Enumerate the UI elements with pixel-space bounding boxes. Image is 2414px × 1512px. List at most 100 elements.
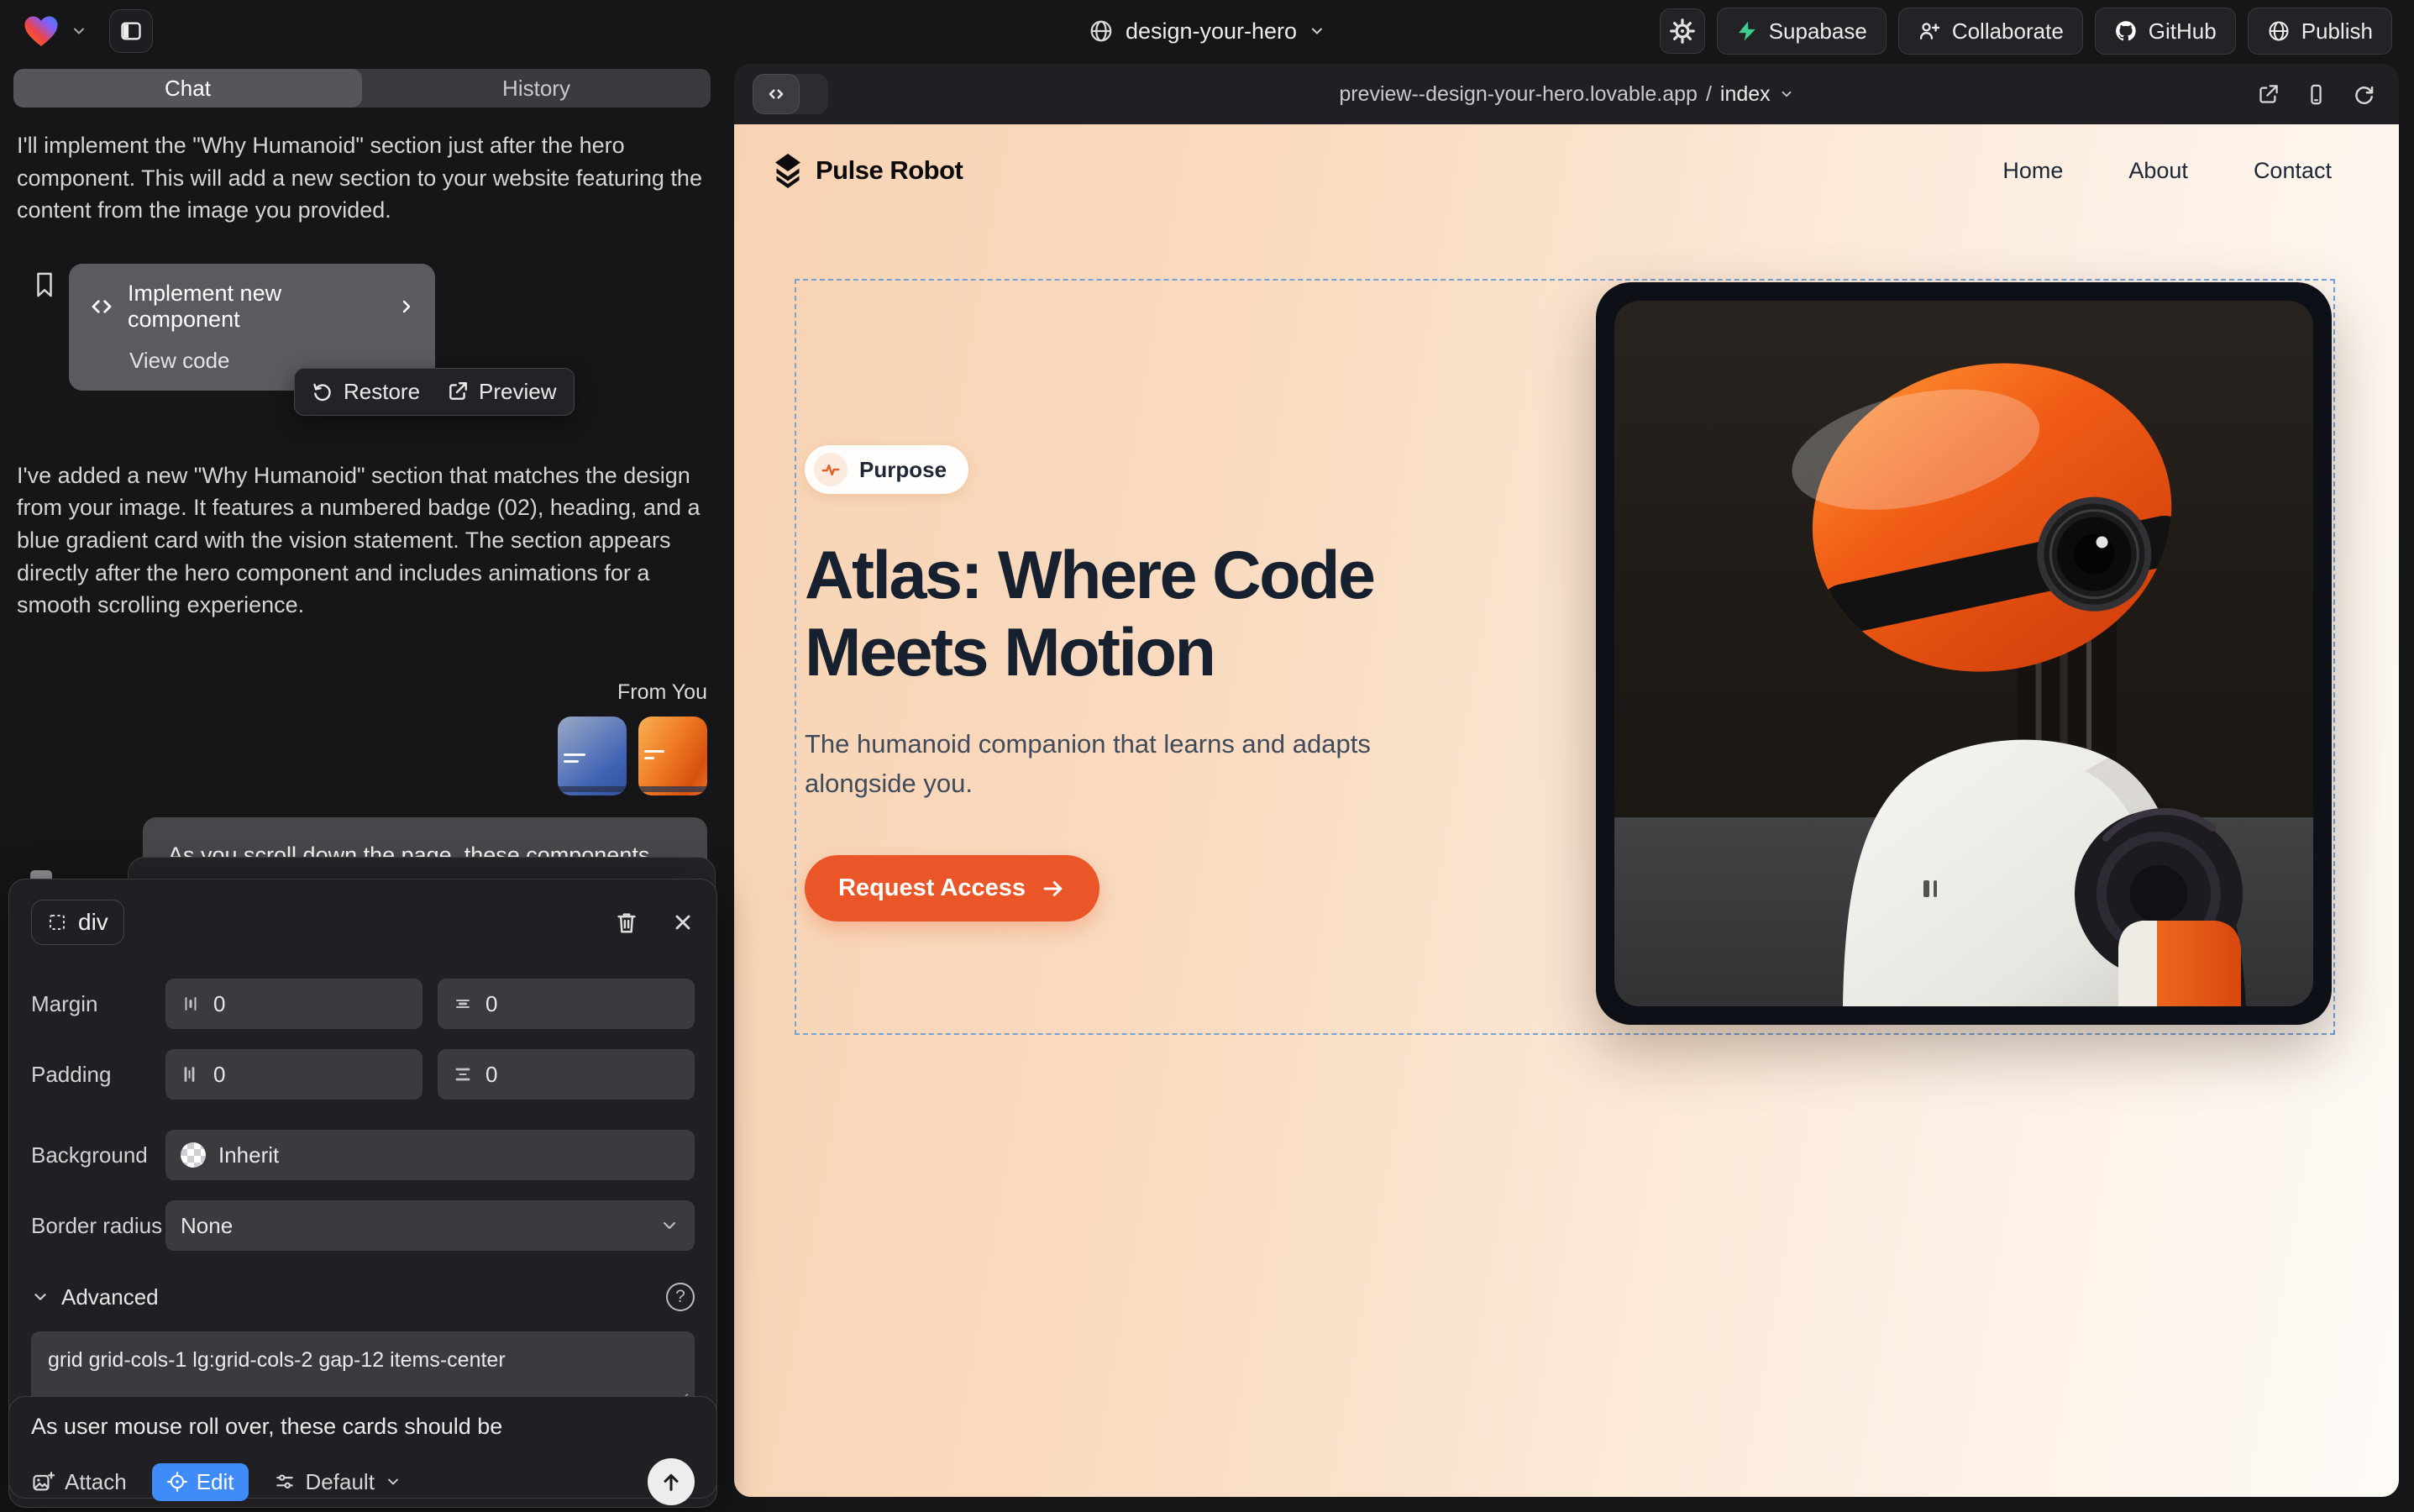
site-brand[interactable]: Pulse Robot [773, 153, 963, 188]
bookmark-icon[interactable] [32, 270, 57, 299]
chevron-right-icon [396, 297, 417, 317]
component-card-title: Implement new component [128, 281, 370, 333]
sliders-icon [274, 1471, 296, 1493]
tab-history[interactable]: History [362, 69, 711, 108]
app-topbar: design-your-hero Supabase Collaborate [0, 0, 2414, 62]
edit-label: Edit [197, 1469, 234, 1495]
supabase-button[interactable]: Supabase [1717, 8, 1887, 55]
sidebar-toggle-button[interactable] [109, 9, 153, 53]
margin-x-value: 0 [213, 991, 225, 1017]
restore-button[interactable]: Restore [312, 379, 420, 405]
attach-button[interactable]: Attach [31, 1469, 127, 1495]
assistant-message-2: I've added a new "Why Humanoid" section … [17, 459, 707, 622]
nav-link-about[interactable]: About [2128, 158, 2188, 184]
code-icon [753, 74, 800, 114]
chevron-down-icon [659, 1215, 680, 1236]
preview-url-path: index [1720, 82, 1771, 107]
open-in-new-tab-icon[interactable] [2257, 83, 2280, 106]
tailwind-classes-value: grid grid-cols-1 lg:grid-cols-2 gap-12 i… [48, 1348, 506, 1372]
attachment-thumbnails [17, 717, 707, 795]
trash-icon [614, 910, 639, 935]
version-toolbar: Restore Preview [294, 368, 575, 416]
delete-element-button[interactable] [614, 910, 639, 935]
padding-vertical-icon [453, 1064, 473, 1084]
border-radius-select[interactable]: None [165, 1200, 695, 1251]
nav-link-home[interactable]: Home [2002, 158, 2063, 184]
edit-mode-button[interactable]: Edit [152, 1463, 249, 1501]
person-plus-icon [1918, 19, 1941, 43]
project-switcher[interactable]: design-your-hero [1089, 0, 1325, 62]
globe-icon [1089, 18, 1114, 44]
refresh-icon[interactable] [2353, 83, 2375, 106]
preview-topbar: preview--design-your-hero.lovable.app / … [734, 64, 2399, 124]
target-icon [166, 1471, 188, 1493]
github-icon [2114, 19, 2138, 43]
settings-button[interactable] [1660, 8, 1705, 54]
code-view-toggle[interactable] [753, 74, 828, 114]
chat-composer[interactable]: As user mouse roll over, these cards sho… [8, 1396, 717, 1499]
preview-version-button[interactable]: Preview [447, 379, 556, 405]
padding-x-input[interactable]: 0 [165, 1049, 422, 1100]
send-button[interactable] [648, 1458, 695, 1505]
selected-element-pill[interactable]: div [31, 900, 124, 945]
hero-subheading: The humanoid companion that learns and a… [805, 725, 1384, 803]
padding-y-input[interactable]: 0 [438, 1049, 695, 1100]
chevron-down-icon [1779, 87, 1794, 102]
margin-label: Margin [31, 991, 165, 1017]
preview-url-bar[interactable]: preview--design-your-hero.lovable.app / … [1339, 82, 1793, 107]
background-input[interactable]: Inherit [165, 1130, 695, 1180]
restore-icon [312, 381, 333, 402]
pulse-icon [814, 453, 848, 486]
dashed-box-icon [47, 912, 67, 932]
pulse-robot-logo-icon [773, 153, 803, 188]
from-you-label: From You [17, 680, 707, 705]
arrow-up-icon [659, 1470, 683, 1494]
composer-input[interactable]: As user mouse roll over, these cards sho… [31, 1414, 695, 1440]
chat-panel: Chat History I'll implement the "Why Hum… [0, 62, 724, 1512]
collaborate-button[interactable]: Collaborate [1898, 8, 2083, 55]
advanced-section-toggle[interactable]: Advanced [61, 1284, 159, 1310]
external-link-icon [447, 381, 469, 402]
hero-robot-image-card [1596, 282, 2332, 1025]
code-icon [89, 294, 114, 319]
attachment-thumbnail-orange[interactable] [638, 717, 707, 795]
publish-label: Publish [2301, 18, 2373, 45]
hero-heading: Atlas: Where Code Meets Motion [805, 538, 1510, 691]
github-button[interactable]: GitHub [2095, 8, 2236, 55]
margin-x-input[interactable]: 0 [165, 979, 422, 1029]
cta-label: Request Access [838, 874, 1026, 902]
rendered-site: Pulse Robot Home About Contact Purpose [734, 124, 2399, 1497]
logo-chevron-down-icon[interactable] [71, 23, 87, 39]
supabase-bolt-icon [1736, 20, 1758, 42]
nav-link-contact[interactable]: Contact [2254, 158, 2332, 184]
request-access-button[interactable]: Request Access [805, 855, 1099, 921]
preview-label: Preview [479, 379, 556, 405]
tab-chat[interactable]: Chat [13, 69, 362, 108]
padding-y-value: 0 [485, 1062, 497, 1088]
panel-left-icon [119, 19, 143, 43]
publish-button[interactable]: Publish [2248, 8, 2392, 55]
preview-url: preview--design-your-hero.lovable.app [1339, 82, 1698, 107]
assistant-message-1: I'll implement the "Why Humanoid" sectio… [17, 129, 707, 227]
margin-y-input[interactable]: 0 [438, 979, 695, 1029]
element-tag: div [78, 909, 108, 936]
mode-select[interactable]: Default [274, 1469, 401, 1495]
close-icon [671, 911, 695, 934]
close-inspector-button[interactable] [671, 911, 695, 934]
help-icon[interactable]: ? [666, 1283, 695, 1311]
padding-x-value: 0 [213, 1062, 225, 1088]
attachment-thumbnail-blue[interactable] [558, 717, 627, 795]
site-header: Pulse Robot Home About Contact [734, 124, 2399, 188]
mobile-preview-icon[interactable] [2305, 83, 2327, 106]
badge-label: Purpose [859, 457, 947, 483]
collaborate-label: Collaborate [1952, 18, 2064, 45]
attach-image-icon [31, 1470, 55, 1494]
chevron-down-icon [385, 1473, 401, 1490]
site-brand-name: Pulse Robot [816, 155, 963, 186]
attach-label: Attach [65, 1469, 127, 1495]
lovable-logo-heart-icon[interactable] [22, 13, 60, 49]
robot-image [1614, 301, 2313, 1006]
publish-globe-icon [2267, 19, 2291, 43]
project-name: design-your-hero [1126, 18, 1297, 45]
padding-horizontal-icon [181, 1064, 201, 1084]
